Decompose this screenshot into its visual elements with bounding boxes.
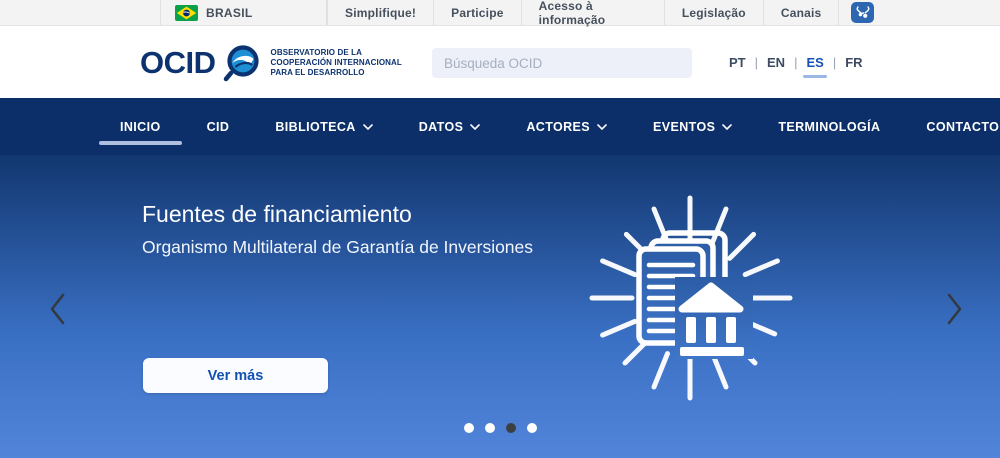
nav-item-actores[interactable]: ACTORES (503, 98, 630, 155)
main-navbar: INICIO CID BIBLIOTECA DATOS ACTORES EVEN… (0, 98, 1000, 155)
vlibras-accessibility-button[interactable] (851, 2, 874, 23)
chevron-down-icon (470, 124, 480, 130)
nav-label: ACTORES (526, 120, 590, 134)
carousel-dot-3-active[interactable] (506, 423, 516, 433)
nav-item-datos[interactable]: DATOS (396, 98, 504, 155)
logo-line-2: COOPERACIÓN INTERNACIONAL (271, 58, 402, 68)
lang-en[interactable]: EN (766, 53, 786, 72)
ocid-logo-text: OBSERVATORIO DE LA COOPERACIÓN INTERNACI… (271, 48, 402, 78)
chevron-down-icon (722, 124, 732, 130)
gov-topbar: BRASIL Simplifique! Participe Acesso à i… (0, 0, 1000, 26)
gov-link-legislacao[interactable]: Legislação (664, 0, 763, 25)
nav-label: BIBLIOTECA (275, 120, 355, 134)
carousel-dots (0, 423, 1000, 433)
nav-label: EVENTOS (653, 120, 715, 134)
lang-separator: | (794, 55, 797, 70)
hero-subtitle: Organismo Multilateral de Garantía de In… (142, 237, 533, 258)
lang-pt[interactable]: PT (728, 53, 747, 72)
lang-es-active[interactable]: ES (805, 53, 824, 72)
ocid-logo-acronym: OCID (140, 45, 216, 81)
language-switcher: PT | EN | ES | FR (728, 27, 864, 98)
nav-label: TERMINOLOGÍA (778, 120, 880, 134)
ocid-logo[interactable]: OCID OBSERVATORIO DE LA COOPERACIÓN INTE… (140, 27, 402, 98)
nav-label: CONTACTO (926, 120, 999, 134)
ocid-homepage: BRASIL Simplifique! Participe Acesso à i… (0, 0, 1000, 458)
lang-fr[interactable]: FR (844, 53, 863, 72)
nav-item-eventos[interactable]: EVENTOS (630, 98, 755, 155)
nav-label: INICIO (120, 120, 161, 134)
search-input[interactable] (432, 48, 692, 78)
documents-bank-sunburst-icon (565, 173, 815, 423)
carousel-dot-1[interactable] (464, 423, 474, 433)
nav-label: DATOS (419, 120, 464, 134)
chevron-down-icon (597, 124, 607, 130)
gov-link-simplifique[interactable]: Simplifique! (327, 0, 433, 25)
nav-item-inicio[interactable]: INICIO (97, 98, 184, 155)
vlibras-hands-icon (855, 6, 871, 19)
magnifier-globe-icon (222, 42, 264, 84)
ver-mas-button[interactable]: Ver más (143, 358, 328, 393)
nav-item-terminologia[interactable]: TERMINOLOGÍA (755, 98, 903, 155)
logo-line-1: OBSERVATORIO DE LA (271, 48, 402, 58)
nav-item-biblioteca[interactable]: BIBLIOTECA (252, 98, 395, 155)
gov-link-acesso-informacao[interactable]: Acesso à informação (521, 0, 664, 25)
gov-link-canais[interactable]: Canais (763, 0, 840, 25)
lang-separator: | (833, 55, 836, 70)
gov-brand-brasil[interactable]: BRASIL (160, 0, 327, 25)
hero-carousel: Fuentes de financiamiento Organismo Mult… (0, 155, 1000, 458)
nav-item-contacto[interactable]: CONTACTO (903, 98, 1000, 155)
carousel-dot-2[interactable] (485, 423, 495, 433)
hero-title: Fuentes de financiamiento (142, 201, 412, 228)
nav-item-cid[interactable]: CID (184, 98, 253, 155)
chevron-right-icon (944, 291, 964, 327)
site-header: OCID OBSERVATORIO DE LA COOPERACIÓN INTE… (0, 27, 1000, 98)
chevron-down-icon (363, 124, 373, 130)
chevron-left-icon (48, 291, 68, 327)
carousel-dot-4[interactable] (527, 423, 537, 433)
gov-link-participe[interactable]: Participe (433, 0, 521, 25)
gov-brand-label: BRASIL (206, 6, 252, 20)
nav-label: CID (207, 120, 230, 134)
logo-line-3: PARA EL DESARROLLO (271, 68, 402, 78)
lang-separator: | (755, 55, 758, 70)
carousel-prev-button[interactable] (40, 287, 76, 331)
gov-links: Simplifique! Participe Acesso à informaç… (327, 0, 874, 25)
carousel-next-button[interactable] (936, 287, 972, 331)
brazil-flag-icon (175, 5, 198, 21)
